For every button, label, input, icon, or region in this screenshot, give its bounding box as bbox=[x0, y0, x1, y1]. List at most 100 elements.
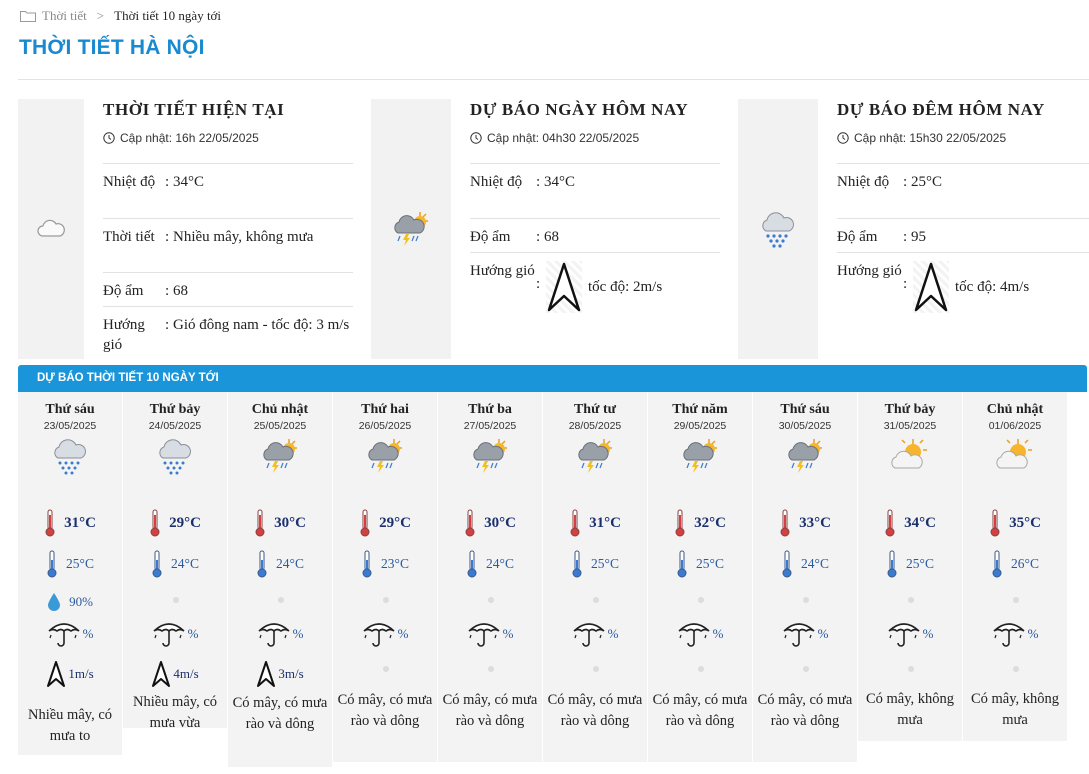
current-row-temperature: Nhiệt độ : 34°C bbox=[103, 164, 353, 219]
rain-chance: % bbox=[712, 626, 724, 641]
day-weather-icon bbox=[648, 435, 752, 477]
rain-chance: % bbox=[292, 626, 304, 641]
thunderstorm-sun-icon bbox=[578, 439, 612, 473]
cloud-icon bbox=[37, 219, 65, 237]
min-temp-row: 25°C bbox=[648, 550, 752, 578]
current-weather-heading: THỜI TIẾT HIỆN TẠI bbox=[103, 100, 285, 119]
thermometer-hot-icon bbox=[150, 509, 160, 537]
tonight-humidity-label: Độ ẩm bbox=[837, 229, 878, 245]
forecast-day: Chủ nhật 25/05/2025 30°C 24°C% 3m/s Có mây, c… bbox=[228, 392, 332, 767]
breadcrumb-home-link[interactable]: Thời tiết bbox=[42, 8, 87, 24]
tonight-heading: DỰ BÁO ĐÊM HÔM NAY bbox=[837, 100, 1045, 119]
thermometer-cold-icon bbox=[992, 550, 1002, 578]
tonight-forecast-panel: DỰ BÁO ĐÊM HÔM NAY Cập nhật: 15h30 22/05… bbox=[738, 99, 1089, 359]
max-temp: 29°C bbox=[379, 514, 411, 531]
min-temp: 23°C bbox=[381, 556, 409, 571]
humidity-row: 90% bbox=[18, 592, 122, 612]
min-temp-row: 24°C bbox=[123, 550, 227, 578]
breadcrumb-current: Thời tiết 10 ngày tới bbox=[114, 8, 222, 23]
day-date: 27/05/2025 bbox=[463, 420, 517, 432]
thermometer-cold-icon bbox=[887, 550, 897, 578]
rain-chance: % bbox=[502, 626, 514, 641]
min-temp-row: 24°C bbox=[228, 550, 332, 578]
wind-placeholder bbox=[488, 666, 494, 672]
rain-chance-row: % bbox=[18, 619, 122, 649]
today-heading: DỰ BÁO NGÀY HÔM NAY bbox=[470, 100, 689, 119]
max-temp: 34°C bbox=[904, 514, 936, 531]
wind-placeholder bbox=[908, 666, 914, 672]
wind-placeholder bbox=[383, 666, 389, 672]
day-name: Thứ năm bbox=[672, 402, 728, 417]
current-row-wind: Hướng gió : Gió đông nam - tốc độ: 3 m/s bbox=[103, 307, 353, 360]
current-weather-panel: THỜI TIẾT HIỆN TẠI Cập nhật: 16h 22/05/2… bbox=[18, 99, 354, 359]
thermometer-hot-icon bbox=[465, 509, 475, 537]
rain-chance-row: % bbox=[228, 619, 332, 649]
thunderstorm-sun-icon bbox=[683, 439, 717, 473]
tonight-icon-box bbox=[738, 99, 818, 359]
current-humidity-label: Độ ẩm bbox=[103, 283, 144, 299]
rain-chance: % bbox=[82, 626, 94, 641]
forecast-day: Thứ hai 26/05/2025 29°C 23°C% Có mây, có mưa… bbox=[333, 392, 437, 762]
min-temp: 25°C bbox=[591, 556, 619, 571]
wind-placeholder bbox=[593, 666, 599, 672]
thermometer-hot-icon bbox=[885, 509, 895, 537]
forecast-day: Thứ bảy 31/05/2025 34°C 25°C% Có mây, không … bbox=[858, 392, 962, 741]
thunderstorm-sun-icon bbox=[394, 212, 428, 246]
min-temp-row: 25°C bbox=[18, 550, 122, 578]
min-temp-row: 25°C bbox=[858, 550, 962, 578]
day-description: Có mây, có mưa rào và dông bbox=[337, 692, 433, 729]
wind-arrow-icon bbox=[547, 262, 581, 312]
day-date: 26/05/2025 bbox=[358, 420, 412, 432]
breadcrumb: Thời tiết > Thời tiết 10 ngày tới bbox=[20, 7, 221, 25]
forecast-day: Thứ ba 27/05/2025 30°C 24°C% Có mây, có mưa … bbox=[438, 392, 542, 762]
forecast-day: Thứ sáu 23/05/2025 31°C 25°C 90%% 1m/s Nhiều m… bbox=[18, 392, 122, 755]
max-temp-row: 30°C bbox=[438, 509, 542, 537]
rain-chance: % bbox=[817, 626, 829, 641]
day-description: Có mây, có mưa rào và dông bbox=[442, 692, 538, 729]
today-row-temperature: Nhiệt độ : 34°C bbox=[470, 164, 720, 219]
today-icon-box bbox=[371, 99, 451, 359]
current-temp-value: 34°C bbox=[173, 174, 205, 190]
wind-direction-indicator bbox=[546, 261, 582, 313]
forecast-day: Thứ năm 29/05/2025 32°C 25°C% Có mây, có mưa… bbox=[648, 392, 752, 762]
current-condition-value: Nhiều mây, không mưa bbox=[173, 229, 314, 245]
thermometer-cold-icon bbox=[677, 550, 687, 578]
max-temp: 31°C bbox=[589, 514, 621, 531]
wind-arrow-icon bbox=[257, 661, 276, 687]
rain-chance-row: % bbox=[333, 619, 437, 649]
wind-placeholder bbox=[803, 666, 809, 672]
max-temp: 32°C bbox=[694, 514, 726, 531]
current-update-time: Cập nhật: 16h 22/05/2025 bbox=[103, 131, 354, 145]
min-temp-row: 24°C bbox=[438, 550, 542, 578]
umbrella-rain-icon bbox=[363, 623, 395, 647]
max-temp-row: 29°C bbox=[123, 509, 227, 537]
current-condition-label: Thời tiết bbox=[103, 229, 155, 245]
day-description: Có mây, không mưa bbox=[865, 691, 955, 728]
humidity-placeholder bbox=[803, 597, 809, 603]
min-temp: 26°C bbox=[1011, 556, 1039, 571]
max-temp: 30°C bbox=[484, 514, 516, 531]
rain-chance-row: % bbox=[123, 619, 227, 649]
umbrella-rain-icon bbox=[993, 623, 1025, 647]
day-name: Thứ bảy bbox=[149, 402, 201, 417]
today-wind-label: Hướng gió bbox=[470, 263, 535, 279]
day-description: Có mây, có mưa rào và dông bbox=[232, 695, 328, 732]
max-temp-row: 30°C bbox=[228, 509, 332, 537]
wind-placeholder bbox=[1013, 666, 1019, 672]
day-weather-icon bbox=[858, 435, 962, 477]
humidity-placeholder bbox=[488, 597, 494, 603]
day-weather-icon bbox=[543, 435, 647, 477]
forecast-day: Chủ nhật 01/06/2025 35°C 26°C% Có mây, không… bbox=[963, 392, 1067, 741]
thermometer-cold-icon bbox=[152, 550, 162, 578]
rain-chance-row: % bbox=[543, 619, 647, 649]
thermometer-cold-icon bbox=[782, 550, 792, 578]
umbrella-rain-icon bbox=[468, 623, 500, 647]
min-temp-row: 25°C bbox=[543, 550, 647, 578]
today-temp-label: Nhiệt độ bbox=[470, 174, 523, 190]
today-humidity-value: 68 bbox=[544, 229, 559, 245]
day-weather-icon bbox=[753, 435, 857, 477]
max-temp: 30°C bbox=[274, 514, 306, 531]
thermometer-hot-icon bbox=[990, 509, 1000, 537]
humidity-placeholder bbox=[278, 597, 284, 603]
rain-chance-row: % bbox=[858, 619, 962, 649]
